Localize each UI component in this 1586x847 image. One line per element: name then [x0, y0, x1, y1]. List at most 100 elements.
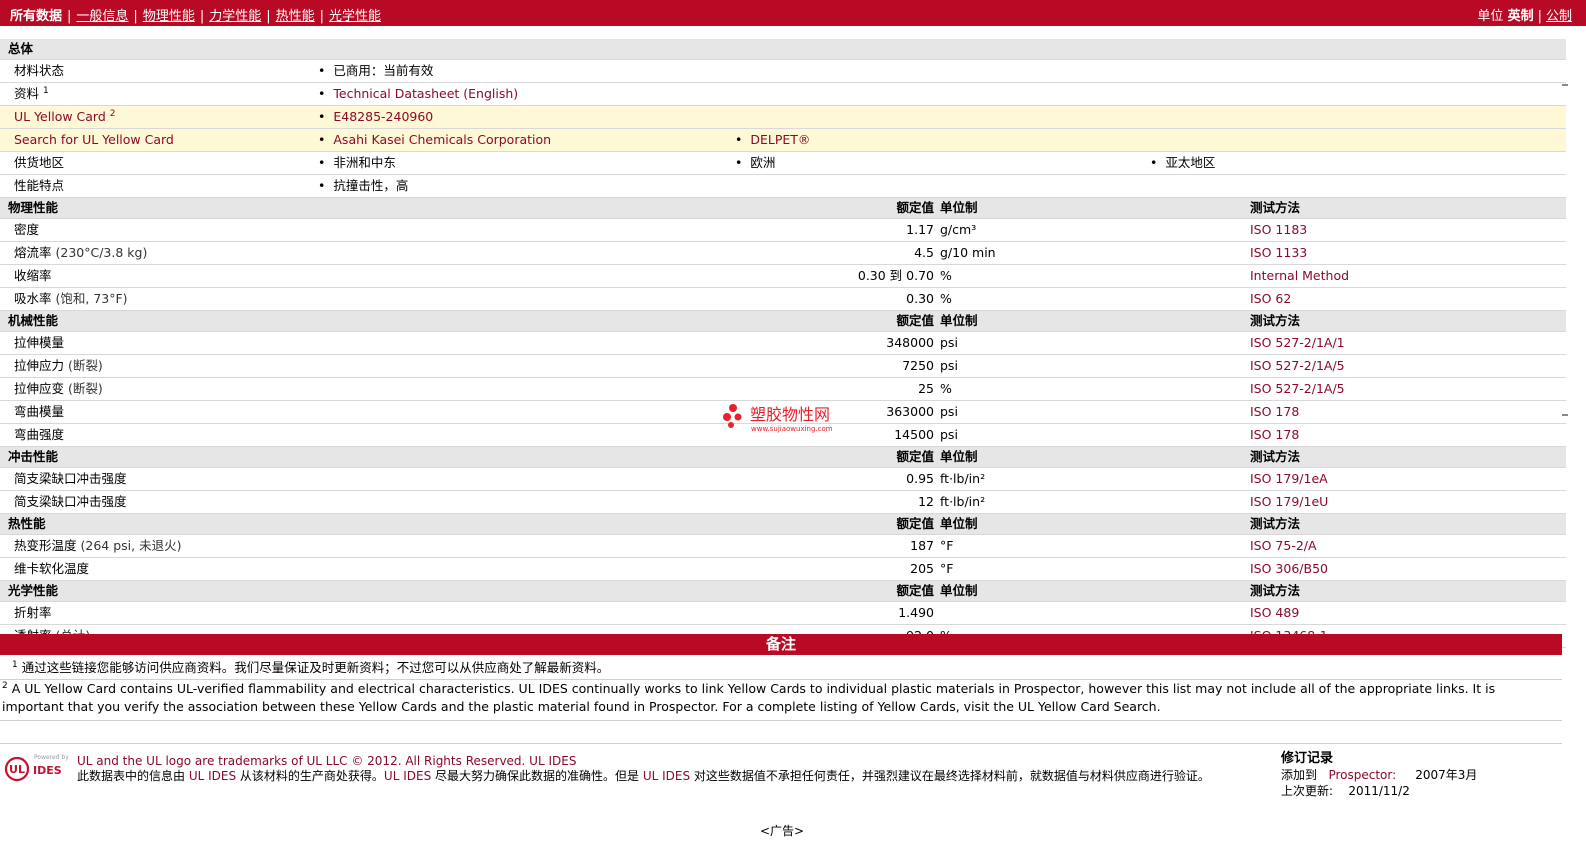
section-title: 光学性能	[8, 583, 59, 598]
scrollbar-tick	[1562, 414, 1568, 416]
tab-optical[interactable]: 光学性能	[329, 9, 381, 24]
label-text: 拉伸应变	[14, 381, 65, 396]
table-row: 资料 1 Technical Datasheet (English)	[0, 83, 1566, 106]
supplier-link[interactable]: Asahi Kasei Chemicals Corporation	[333, 132, 551, 147]
property-value: 12	[918, 494, 934, 509]
test-method-link[interactable]: ISO 1183	[1250, 219, 1307, 241]
property-unit: psi	[940, 335, 958, 350]
unit-metric[interactable]: 公制	[1546, 9, 1572, 24]
property-value: 1.490	[898, 605, 934, 620]
datasheet-link[interactable]: Technical Datasheet (English)	[333, 86, 518, 101]
property-label: 热变形温度 (264 psi, 未退火)	[14, 535, 181, 557]
property-value: 348000	[886, 335, 934, 350]
test-condition: (断裂)	[68, 358, 103, 373]
property-value: 0.30	[906, 291, 934, 306]
brand-link[interactable]: DELPET®	[750, 132, 810, 147]
ul-ides-link[interactable]: UL IDES	[384, 769, 431, 783]
property-unit: %	[940, 381, 952, 396]
ul-ides-link[interactable]: UL IDES	[189, 769, 236, 783]
property-unit: %	[940, 291, 952, 306]
test-method-link[interactable]: ISO 527-2/1A/1	[1250, 332, 1345, 354]
section-title: 机械性能	[8, 313, 59, 328]
table-row: 拉伸应力 (断裂) 7250 psi ISO 527-2/1A/5	[0, 355, 1566, 378]
ul-ides-link[interactable]: UL IDES	[643, 769, 690, 783]
datasheet: 总体 材料状态 已商用：当前有效 资料 1 Technical Datashee…	[0, 39, 1566, 648]
section-title: 总体	[8, 41, 34, 56]
test-method-link[interactable]: ISO 179/1eU	[1250, 491, 1328, 513]
logo-ul: UL	[9, 763, 25, 776]
property-value: 0.95	[906, 471, 934, 486]
watermark-url: www.sujiaowuxing.com	[751, 425, 833, 433]
col-header-value: 额定值	[896, 313, 934, 328]
region-item: 非洲和中东	[318, 152, 396, 174]
col-header-unit: 单位制	[940, 313, 978, 328]
test-method-link[interactable]: ISO 178	[1250, 424, 1299, 446]
property-label: 简支梁缺口冲击强度	[14, 471, 127, 486]
tab-general-info[interactable]: 一般信息	[76, 9, 128, 24]
test-condition: (断裂)	[68, 381, 103, 396]
test-method-link[interactable]: Internal Method	[1250, 265, 1349, 287]
test-method-link[interactable]: ISO 1133	[1250, 242, 1307, 264]
prospector-link[interactable]: Prospector:	[1328, 768, 1396, 782]
property-value: 25	[918, 381, 934, 396]
property-label: 弯曲模量	[14, 404, 65, 419]
yellow-card-link[interactable]: E48285-240960	[333, 109, 433, 124]
disclaimer-part: 此数据表中的信息由	[77, 769, 189, 783]
tab-all-data[interactable]: 所有数据	[10, 9, 62, 24]
test-method-link[interactable]: ISO 489	[1250, 602, 1299, 624]
table-row-yellow-card-search: Search for UL Yellow Card Asahi Kasei Ch…	[0, 129, 1566, 152]
test-method-link[interactable]: ISO 62	[1250, 288, 1291, 310]
footnote-1: 1 通过这些链接您能够访问供应商资料。我们尽量保证及时更新资料；不过您可以从供应…	[12, 658, 1552, 678]
table-row: 熔流率 (230°C/3.8 kg) 4.5 g/10 min ISO 1133	[0, 242, 1566, 265]
unit-imperial[interactable]: 英制	[1508, 9, 1534, 24]
property-label: 密度	[14, 222, 40, 237]
test-method-link[interactable]: ISO 75-2/A	[1250, 535, 1317, 557]
footnote-number: 1	[12, 659, 18, 670]
test-method-link[interactable]: ISO 179/1eA	[1250, 468, 1328, 490]
property-unit: g/cm³	[940, 222, 977, 237]
table-row: 拉伸模量 348000 psi ISO 527-2/1A/1	[0, 332, 1566, 355]
table-row: 性能特点 抗撞击性，高	[0, 175, 1566, 198]
footnote-number: 2	[2, 680, 8, 691]
property-label: 资料 1	[14, 83, 49, 105]
revision-added: 添加到 Prospector: 2007年3月	[1281, 767, 1477, 783]
ul-ides-logo: Powered by UL IDES	[4, 754, 69, 782]
test-method-link[interactable]: ISO 306/B50	[1250, 558, 1328, 580]
property-value: 抗撞击性，高	[318, 175, 408, 197]
property-label: 拉伸应变 (断裂)	[14, 378, 103, 400]
revision-title: 修订记录	[1281, 751, 1334, 766]
added-date: 2007年3月	[1415, 768, 1478, 782]
added-label: 添加到	[1281, 768, 1318, 782]
property-value: 已商用：当前有效	[318, 60, 433, 82]
divider	[0, 743, 1562, 744]
col-header-value: 额定值	[896, 449, 934, 464]
test-method-link[interactable]: ISO 178	[1250, 401, 1299, 423]
datasheet-link-item: Technical Datasheet (English)	[318, 83, 518, 105]
test-condition: (264 psi, 未退火)	[80, 538, 182, 553]
section-header-thermal: 热性能 额定值 单位制 测试方法	[0, 514, 1566, 535]
property-label: 性能特点	[14, 178, 65, 193]
unit-separator: |	[1537, 9, 1542, 24]
tab-thermal[interactable]: 热性能	[276, 9, 315, 24]
table-row: 密度 1.17 g/cm³ ISO 1183	[0, 219, 1566, 242]
section-title: 热性能	[8, 516, 46, 531]
tab-mechanical[interactable]: 力学性能	[209, 9, 261, 24]
property-unit: psi	[940, 358, 958, 373]
revision-history: 修订记录 添加到 Prospector: 2007年3月 上次更新: 2011/…	[1281, 751, 1477, 799]
updated-date: 2011/11/2	[1348, 784, 1410, 798]
label-text: 拉伸应力	[14, 358, 65, 373]
disclaimer-part: 对这些数据值不承担任何责任，并强烈建议在最终选择材料前，就数据值与材料供应商进行…	[690, 769, 1210, 783]
tab-separator: |	[319, 9, 325, 24]
col-header-value: 额定值	[896, 516, 934, 531]
test-condition: (230°C/3.8 kg)	[55, 245, 148, 260]
test-method-link[interactable]: ISO 527-2/1A/5	[1250, 378, 1345, 400]
test-method-link[interactable]: ISO 527-2/1A/5	[1250, 355, 1345, 377]
footnote-ref[interactable]: 1	[43, 86, 49, 96]
property-label: Search for UL Yellow Card	[14, 132, 174, 147]
property-label: UL Yellow Card 2	[14, 106, 116, 128]
footnote-ref[interactable]: 2	[110, 109, 116, 119]
property-unit: ft·lb/in²	[940, 471, 986, 486]
yellow-card-link-item: E48285-240960	[318, 106, 433, 128]
tab-physical[interactable]: 物理性能	[143, 9, 195, 24]
footnote-text: A UL Yellow Card contains UL-verified fl…	[2, 681, 1496, 714]
